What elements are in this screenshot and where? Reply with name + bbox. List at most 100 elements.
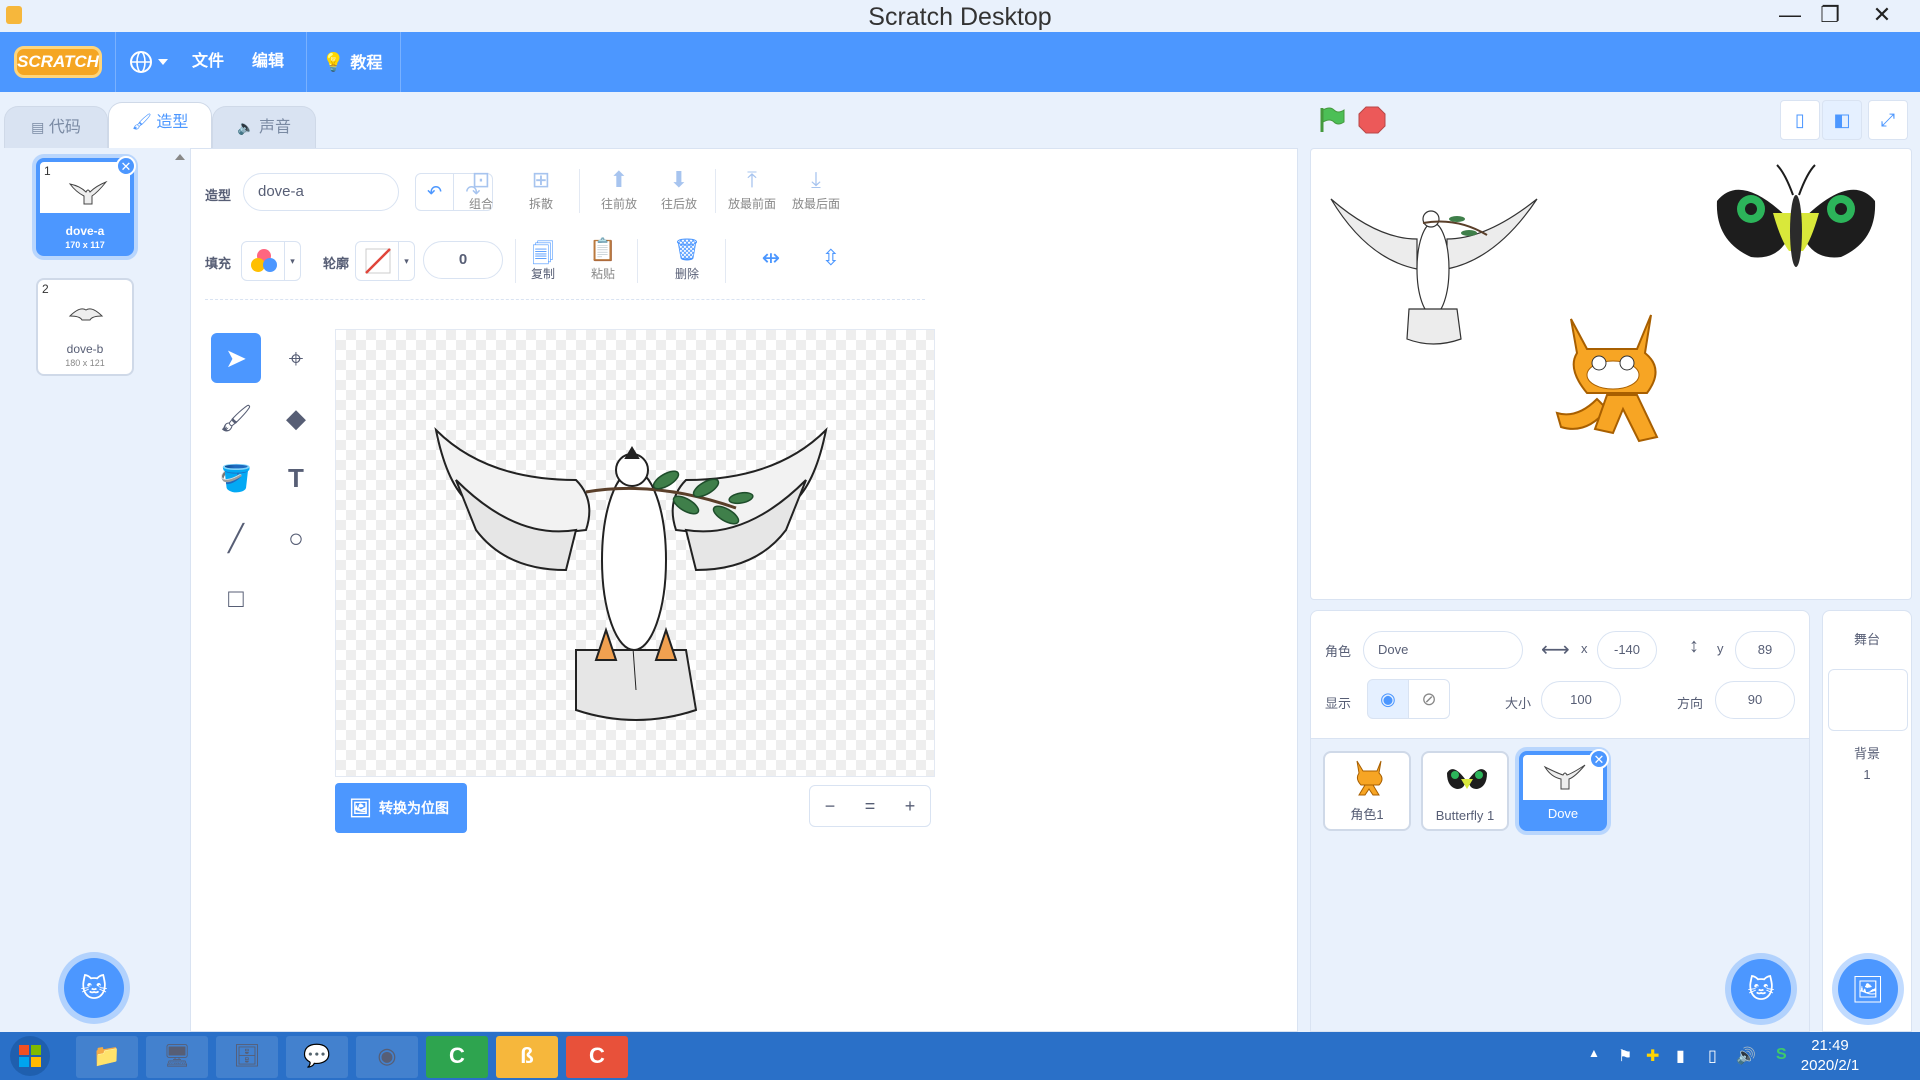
- taskbar-scratch[interactable]: ß: [496, 1036, 558, 1078]
- tutorials-menu[interactable]: 💡 教程: [322, 32, 382, 92]
- undo-button[interactable]: ↶: [416, 174, 454, 210]
- monitor-icon: 🖥: [163, 1043, 191, 1068]
- restore-button[interactable]: ❐: [1810, 0, 1850, 32]
- fill-color-picker[interactable]: ▾: [241, 241, 301, 281]
- eraser-icon: ◆: [286, 403, 306, 433]
- front-button[interactable]: ⤒ 放最前面: [719, 167, 785, 212]
- taskbar-wechat[interactable]: 💬: [286, 1036, 348, 1078]
- battery-icon[interactable]: ▯: [1708, 1046, 1717, 1066]
- dove-thumbnail: [68, 308, 104, 321]
- tutorials-label: 教程: [350, 55, 383, 72]
- zoom-in-button[interactable]: +: [890, 786, 930, 826]
- delete-sprite-button[interactable]: ✕: [1589, 749, 1609, 769]
- zoom-reset-button[interactable]: =: [850, 786, 890, 826]
- scratch-logo[interactable]: SCRATCH: [14, 46, 102, 78]
- taskbar-remote-desktop[interactable]: 🖥: [146, 1036, 208, 1078]
- chrome-icon: ◉: [377, 1043, 397, 1068]
- fill-tool[interactable]: 🪣: [211, 453, 261, 503]
- text-tool[interactable]: T: [271, 453, 321, 503]
- system-clock[interactable]: 21:49 2020/2/1: [1780, 1036, 1880, 1076]
- outline-color-picker[interactable]: ▾: [355, 241, 415, 281]
- close-button[interactable]: ✕: [1862, 0, 1902, 32]
- stop-button[interactable]: [1358, 106, 1386, 139]
- forward-button[interactable]: ⬆ 往前放: [589, 167, 649, 212]
- paste-label: 粘贴: [590, 267, 615, 281]
- tab-costumes[interactable]: 🖌 造型: [108, 102, 212, 148]
- tab-sounds-label: 声音: [258, 119, 291, 136]
- hide-sprite-button[interactable]: ⊘: [1408, 679, 1450, 719]
- start-button[interactable]: [4, 1034, 56, 1078]
- flip-vertical-button[interactable]: ⇳: [805, 245, 857, 273]
- sprite-tile[interactable]: 角色1: [1323, 751, 1411, 831]
- costume-scrollbar[interactable]: [170, 148, 190, 1028]
- green-flag-button[interactable]: [1318, 106, 1346, 139]
- line-tool[interactable]: ╱: [211, 513, 261, 563]
- add-costume-button[interactable]: 🐱: [64, 958, 124, 1018]
- stage-target-pane[interactable]: 舞台 背景 1 🖼: [1822, 610, 1912, 1032]
- stage-canvas[interactable]: [1310, 148, 1912, 600]
- group-button[interactable]: ⊡ 组合: [455, 167, 507, 212]
- horizontal-arrows-icon: ⟷: [1541, 639, 1570, 661]
- circle-tool[interactable]: ○: [271, 513, 321, 563]
- eraser-tool[interactable]: ◆: [271, 393, 321, 443]
- rectangle-tool[interactable]: □: [211, 573, 261, 623]
- toolbar-divider: [579, 169, 580, 213]
- language-menu[interactable]: [128, 32, 172, 92]
- x-input[interactable]: -140: [1597, 631, 1657, 669]
- menu-divider: [306, 32, 307, 92]
- minimize-button[interactable]: —: [1770, 0, 1810, 32]
- taskbar-app-c-green[interactable]: C: [426, 1036, 488, 1078]
- copy-button[interactable]: 🗐 复制: [517, 237, 569, 282]
- paste-button[interactable]: 📋 粘贴: [577, 237, 629, 282]
- edit-menu[interactable]: 编辑: [252, 32, 284, 92]
- taskbar-installer[interactable]: 🗄: [216, 1036, 278, 1078]
- action-center-flag-icon[interactable]: ⚑: [1618, 1046, 1632, 1066]
- taskbar-explorer[interactable]: 📁: [76, 1036, 138, 1078]
- backdrop-thumbnail[interactable]: [1828, 669, 1908, 731]
- add-sprite-button[interactable]: 🐱: [1731, 959, 1791, 1019]
- delete-costume-button[interactable]: ✕: [116, 156, 136, 176]
- costume-item[interactable]: 2 dove-b 180 x 121: [36, 278, 134, 376]
- fullscreen-button[interactable]: ⤢: [1868, 100, 1908, 140]
- brush-tool[interactable]: 🖌: [211, 393, 261, 443]
- small-stage-button[interactable]: ▯: [1780, 100, 1820, 140]
- security-icon[interactable]: ✚: [1646, 1046, 1659, 1066]
- back-button[interactable]: ⤓ 放最后面: [783, 167, 849, 212]
- cat-sprite: [1555, 314, 1659, 443]
- tab-sounds[interactable]: 🔈 声音: [212, 106, 316, 148]
- costume-item[interactable]: 1 dove-a 170 x 117 ✕: [36, 156, 136, 256]
- sprite-tile[interactable]: Butterfly 1: [1421, 751, 1509, 831]
- backward-button[interactable]: ⬇ 往后放: [649, 167, 709, 212]
- tray-expand-icon[interactable]: ▲: [1588, 1046, 1600, 1060]
- file-menu[interactable]: 文件: [192, 32, 224, 92]
- sprite-tile[interactable]: Dove ✕: [1519, 749, 1609, 831]
- network-icon[interactable]: ▮: [1676, 1046, 1685, 1066]
- tab-code[interactable]: ▤ 代码: [4, 106, 108, 148]
- add-backdrop-button[interactable]: 🖼: [1838, 959, 1898, 1019]
- show-sprite-button[interactable]: ◉: [1367, 679, 1409, 719]
- direction-input[interactable]: 90: [1715, 681, 1795, 719]
- flip-horizontal-button[interactable]: ⇹: [745, 245, 797, 273]
- toolbar-divider: [715, 169, 716, 213]
- taskbar-chrome[interactable]: ◉: [356, 1036, 418, 1078]
- large-stage-button[interactable]: ◧: [1822, 100, 1862, 140]
- sprite-name-input[interactable]: Dove: [1363, 631, 1523, 669]
- ungroup-button[interactable]: ⊞ 拆散: [515, 167, 567, 212]
- scroll-up-arrow[interactable]: [175, 154, 185, 160]
- size-input[interactable]: 100: [1541, 681, 1621, 719]
- y-input[interactable]: 89: [1735, 631, 1795, 669]
- select-tool[interactable]: ➤: [211, 333, 261, 383]
- convert-to-bitmap-button[interactable]: 🖼 转换为位图: [335, 783, 467, 833]
- reshape-tool[interactable]: ⌖: [271, 333, 321, 383]
- sprite-pane: 角色 Dove ⟷ x -140 ↕ y 89 显示 ◉ ⊘ 大小 100 方向…: [1310, 610, 1810, 1032]
- circle-icon: ○: [288, 523, 304, 553]
- paint-canvas[interactable]: [335, 329, 935, 777]
- zoom-out-button[interactable]: −: [810, 786, 850, 826]
- delete-button[interactable]: 🗑 删除: [661, 237, 713, 282]
- toolbar-divider: [637, 239, 638, 283]
- costume-name-input[interactable]: dove-a: [243, 173, 399, 211]
- outline-width-input[interactable]: 0: [423, 241, 503, 279]
- taskbar-app-c-red[interactable]: C: [566, 1036, 628, 1078]
- volume-icon[interactable]: 🔊: [1736, 1046, 1756, 1066]
- costume-name: dove-a: [65, 224, 105, 238]
